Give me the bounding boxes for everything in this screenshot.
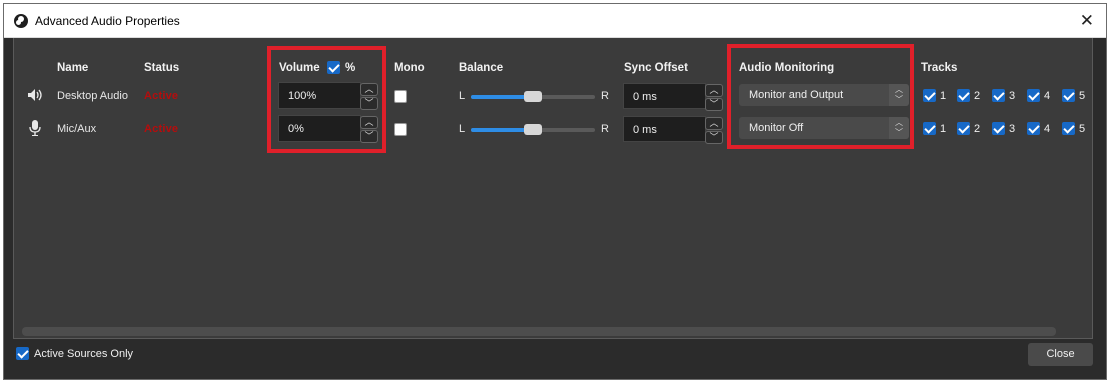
header-tracks: Tracks <box>921 62 958 74</box>
balance-right-label: R <box>601 123 609 135</box>
active-sources-only-checkbox[interactable] <box>16 347 29 360</box>
track-5-checkbox-mic-aux[interactable] <box>1062 122 1075 135</box>
track-3-checkbox-mic-aux[interactable] <box>992 122 1005 135</box>
track-5-checkbox-desktop-audio[interactable] <box>1062 89 1075 102</box>
horizontal-scrollbar[interactable] <box>22 327 1056 336</box>
speaker-icon <box>28 89 42 101</box>
track-2-checkbox-desktop-audio[interactable] <box>957 89 970 102</box>
window-title: Advanced Audio Properties <box>35 14 180 28</box>
track-4-label: 4 <box>1044 90 1051 102</box>
header-balance: Balance <box>459 62 504 74</box>
track-2-label: 2 <box>974 90 981 102</box>
obs-logo-icon <box>14 14 28 28</box>
balance-slider-desktop-audio[interactable] <box>471 91 595 102</box>
mono-checkbox-desktop-audio[interactable] <box>394 90 407 103</box>
track-2-checkbox-mic-aux[interactable] <box>957 122 970 135</box>
close-window-icon[interactable]: ✕ <box>1080 11 1094 31</box>
track-5-label: 5 <box>1079 123 1086 135</box>
header-status: Status <box>144 62 180 74</box>
balance-handle[interactable] <box>524 124 542 135</box>
mono-checkbox-mic-aux[interactable] <box>394 123 407 136</box>
audio-table-panel: Name Status Volume % Mono Balance Sync O… <box>13 38 1093 339</box>
audio-monitoring-highlight-box <box>727 44 914 149</box>
sync-offset-input-desktop-audio[interactable]: 0 ms ︿ ﹀ <box>623 83 723 111</box>
track-4-checkbox-desktop-audio[interactable] <box>1027 89 1040 102</box>
header-mono: Mono <box>394 62 425 74</box>
status-mic-aux: Active <box>144 123 179 135</box>
sync-offset-up-button[interactable]: ︿ <box>705 117 723 130</box>
track-3-label: 3 <box>1009 123 1016 135</box>
track-5-label: 5 <box>1079 90 1086 102</box>
sync-offset-value: 0 ms <box>633 124 657 136</box>
sync-offset-down-button[interactable]: ﹀ <box>705 98 723 111</box>
source-name-mic-aux: Mic/Aux <box>57 123 97 135</box>
track-1-label: 1 <box>940 123 947 135</box>
track-3-checkbox-desktop-audio[interactable] <box>992 89 1005 102</box>
title-bar: Advanced Audio Properties ✕ <box>4 4 1106 38</box>
sync-offset-up-button[interactable]: ︿ <box>705 84 723 97</box>
active-sources-only-label: Active Sources Only <box>34 348 134 360</box>
track-4-checkbox-mic-aux[interactable] <box>1027 122 1040 135</box>
sync-offset-input-mic-aux[interactable]: 0 ms ︿ ﹀ <box>623 116 723 144</box>
close-button[interactable]: Close <box>1028 343 1093 366</box>
track-1-checkbox-mic-aux[interactable] <box>923 122 936 135</box>
microphone-icon <box>29 120 41 136</box>
source-name-desktop-audio: Desktop Audio <box>57 90 128 102</box>
balance-left-label: L <box>459 123 466 135</box>
track-4-label: 4 <box>1044 123 1051 135</box>
header-name: Name <box>57 62 89 74</box>
sync-offset-down-button[interactable]: ﹀ <box>705 131 723 144</box>
sync-offset-value: 0 ms <box>633 91 657 103</box>
volume-highlight-box <box>267 46 386 153</box>
track-2-label: 2 <box>974 123 981 135</box>
balance-handle[interactable] <box>524 91 542 102</box>
track-1-label: 1 <box>940 90 947 102</box>
balance-right-label: R <box>601 90 609 102</box>
status-desktop-audio: Active <box>144 90 179 102</box>
balance-slider-mic-aux[interactable] <box>471 124 595 135</box>
header-sync-offset: Sync Offset <box>624 62 688 74</box>
balance-left-label: L <box>459 90 466 102</box>
track-1-checkbox-desktop-audio[interactable] <box>923 89 936 102</box>
track-3-label: 3 <box>1009 90 1016 102</box>
